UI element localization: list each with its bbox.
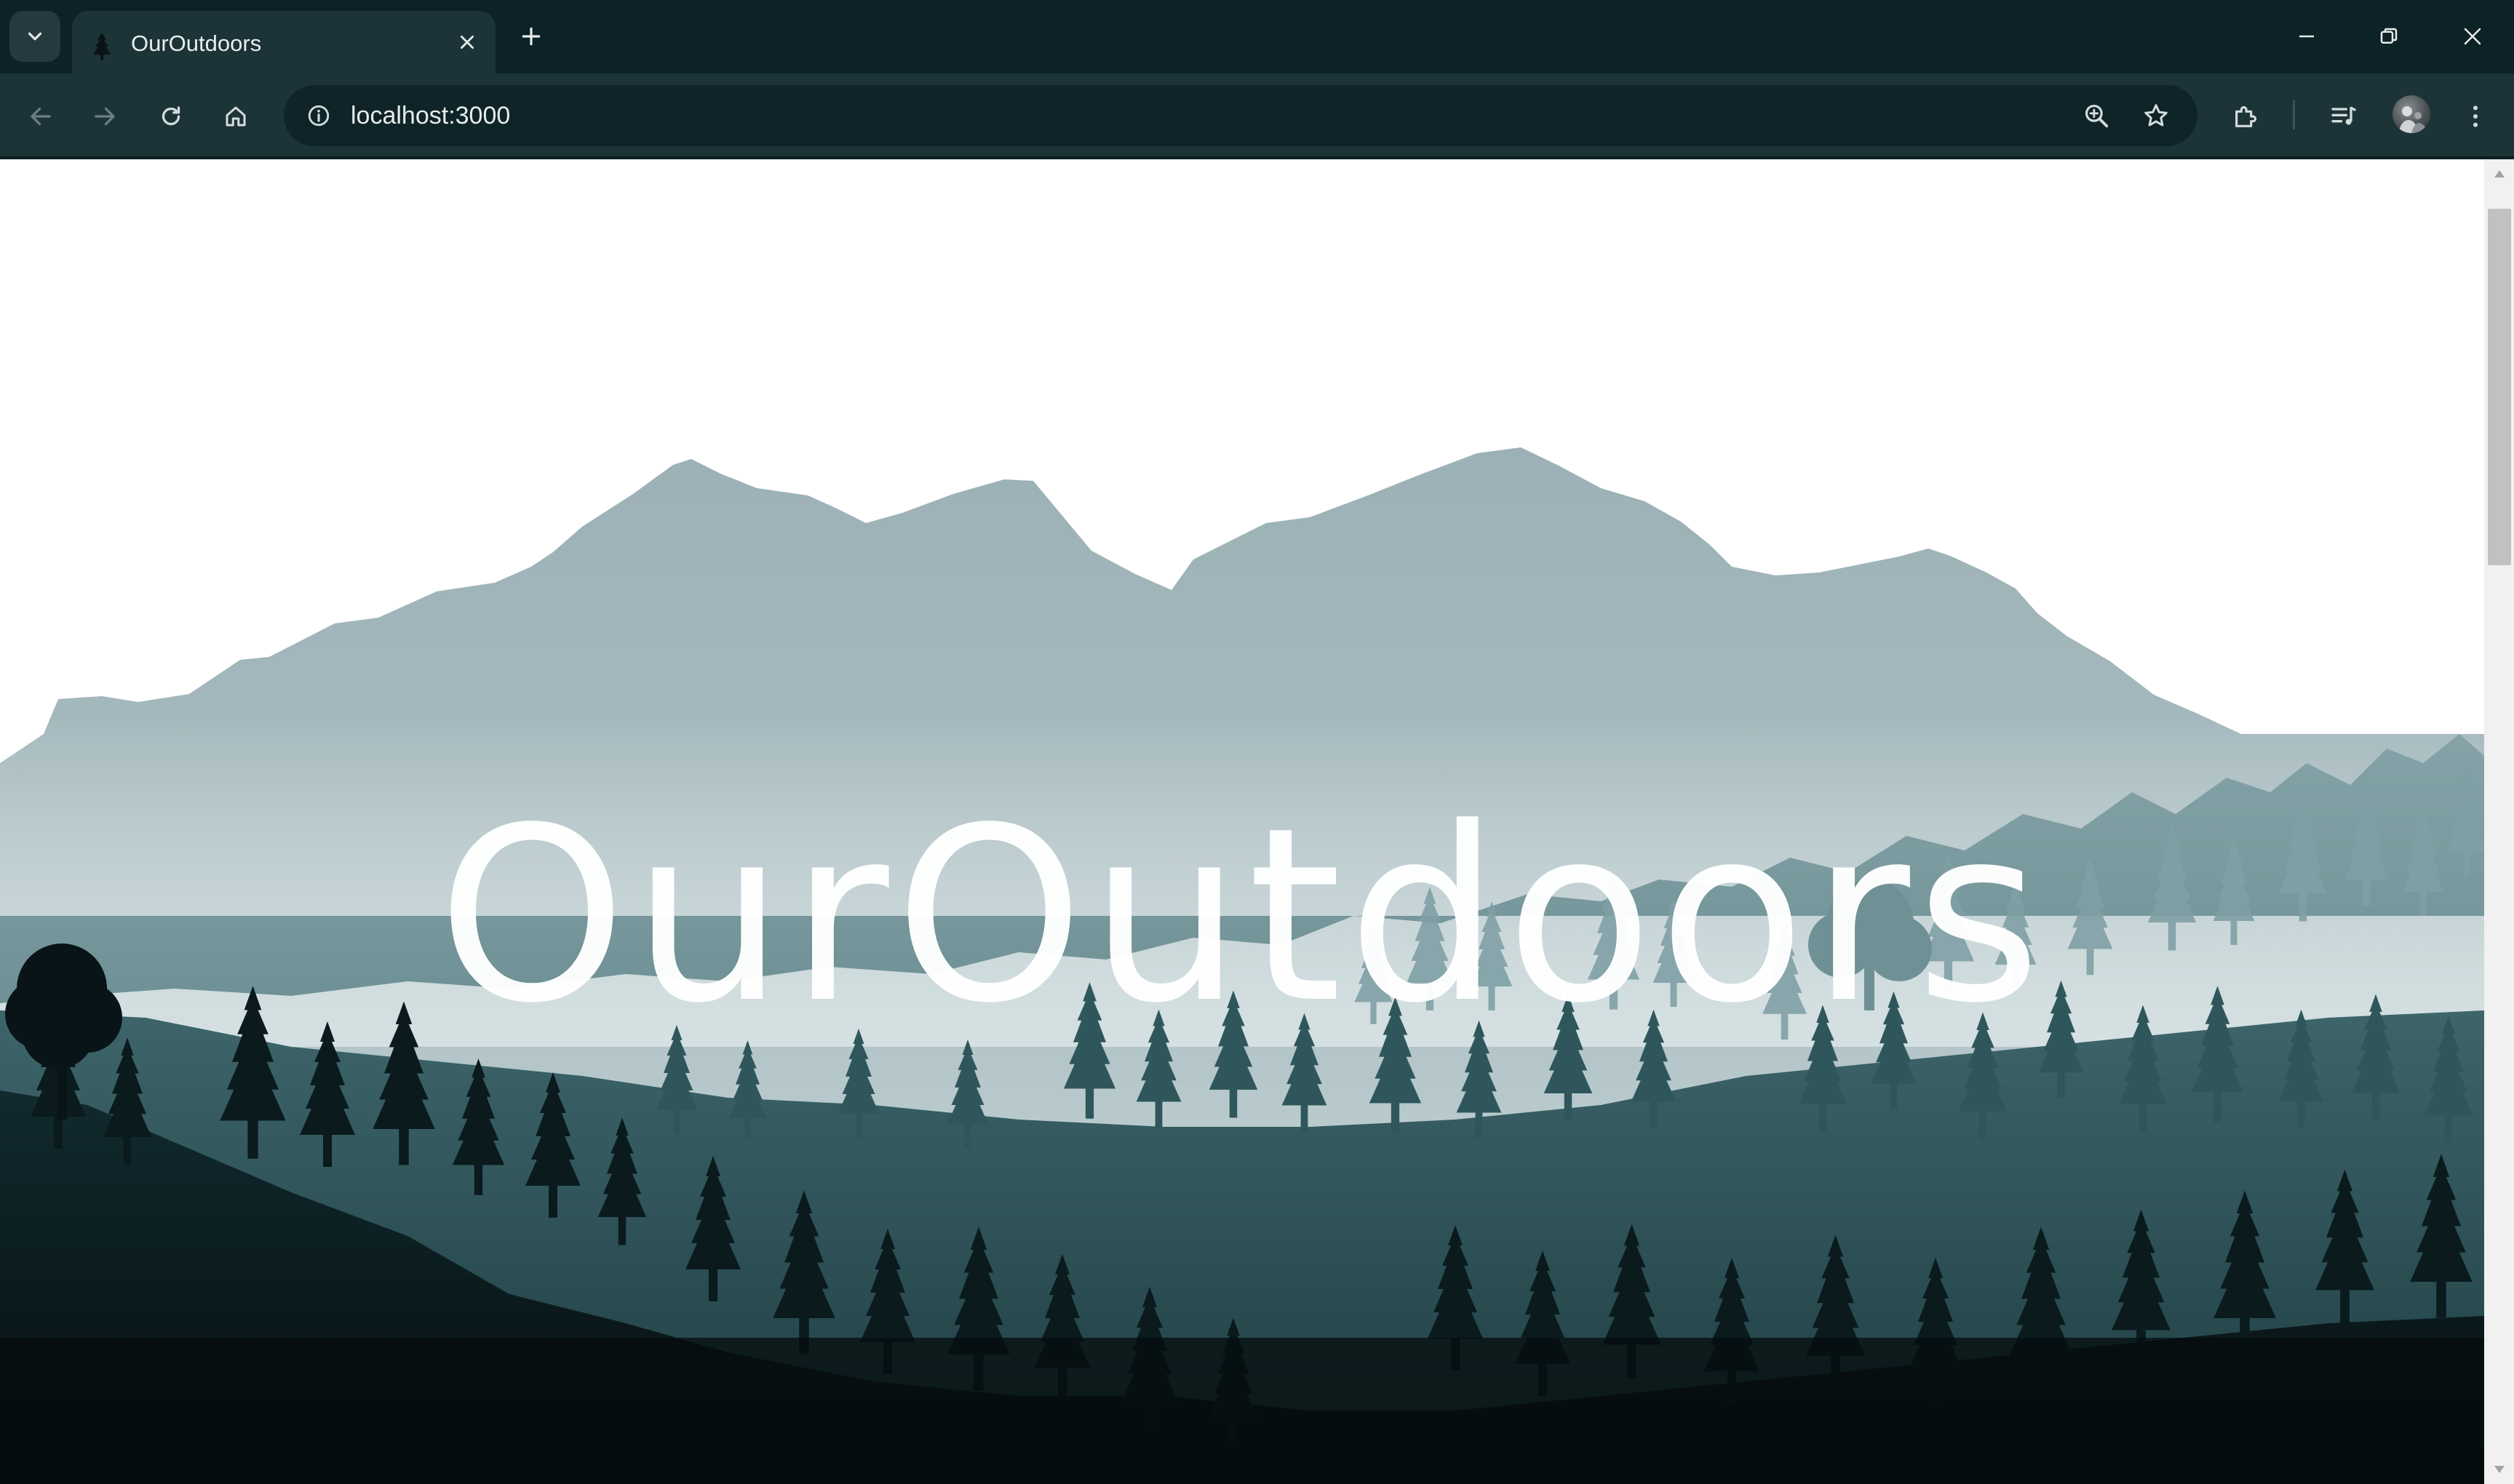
browser-menu-button[interactable] — [2453, 94, 2498, 139]
forward-button[interactable] — [82, 94, 127, 139]
avatar[interactable] — [2392, 95, 2430, 133]
toolbar-separator — [2293, 100, 2295, 129]
scroll-down-button[interactable] — [2484, 1455, 2514, 1484]
bookmark-button[interactable] — [2137, 97, 2175, 135]
puzzle-icon — [2235, 106, 2256, 127]
restore-icon — [2380, 28, 2398, 44]
browser-titlebar: OurOutdoors — [0, 0, 2514, 73]
media-control-button[interactable] — [2321, 94, 2366, 139]
hero-title: OurOutdoors — [437, 776, 2047, 1056]
page-viewport: OurOutdoors — [0, 159, 2484, 1484]
profile-picture — [2398, 106, 2427, 133]
address-url[interactable]: localhost:3000 — [351, 85, 510, 146]
tab-title: OurOutdoors — [131, 31, 262, 56]
reload-icon — [162, 106, 180, 126]
arrow-left-icon — [31, 107, 51, 126]
close-icon — [2464, 28, 2481, 45]
kebab-menu-icon — [2473, 105, 2478, 127]
zoom-in-icon — [2085, 104, 2109, 128]
minimize-icon — [2299, 35, 2314, 38]
extensions-button[interactable] — [2224, 94, 2269, 139]
media-queue-icon — [2331, 106, 2356, 125]
back-button[interactable] — [18, 94, 63, 139]
tab-close-button[interactable] — [450, 25, 484, 59]
home-icon — [226, 106, 246, 127]
site-info-button[interactable] — [300, 97, 338, 135]
plus-icon — [522, 27, 541, 46]
triangle-up-icon — [2494, 170, 2505, 177]
new-tab-button[interactable] — [512, 17, 550, 55]
address-bar[interactable]: localhost:3000 — [284, 85, 2197, 146]
zoom-button[interactable] — [2077, 97, 2115, 135]
browser-toolbar: localhost:3000 — [0, 73, 2514, 158]
scrollbar-thumb[interactable] — [2488, 209, 2511, 565]
chevron-down-icon — [28, 32, 42, 41]
tab-ouroutdoors[interactable]: OurOutdoors — [72, 11, 496, 73]
close-window-button[interactable] — [2443, 13, 2502, 60]
arrow-right-icon — [95, 107, 115, 126]
reload-button[interactable] — [148, 94, 194, 139]
minimize-button[interactable] — [2278, 13, 2336, 60]
page-scrollbar[interactable] — [2484, 159, 2514, 1484]
tab-search-button[interactable] — [9, 11, 60, 62]
scroll-up-button[interactable] — [2484, 159, 2514, 188]
triangle-down-icon — [2494, 1466, 2505, 1473]
star-icon — [2144, 104, 2168, 127]
home-button[interactable] — [213, 94, 258, 139]
info-icon — [308, 105, 330, 127]
restore-button[interactable] — [2360, 13, 2418, 60]
close-icon — [461, 36, 474, 49]
tree-icon — [93, 33, 111, 60]
